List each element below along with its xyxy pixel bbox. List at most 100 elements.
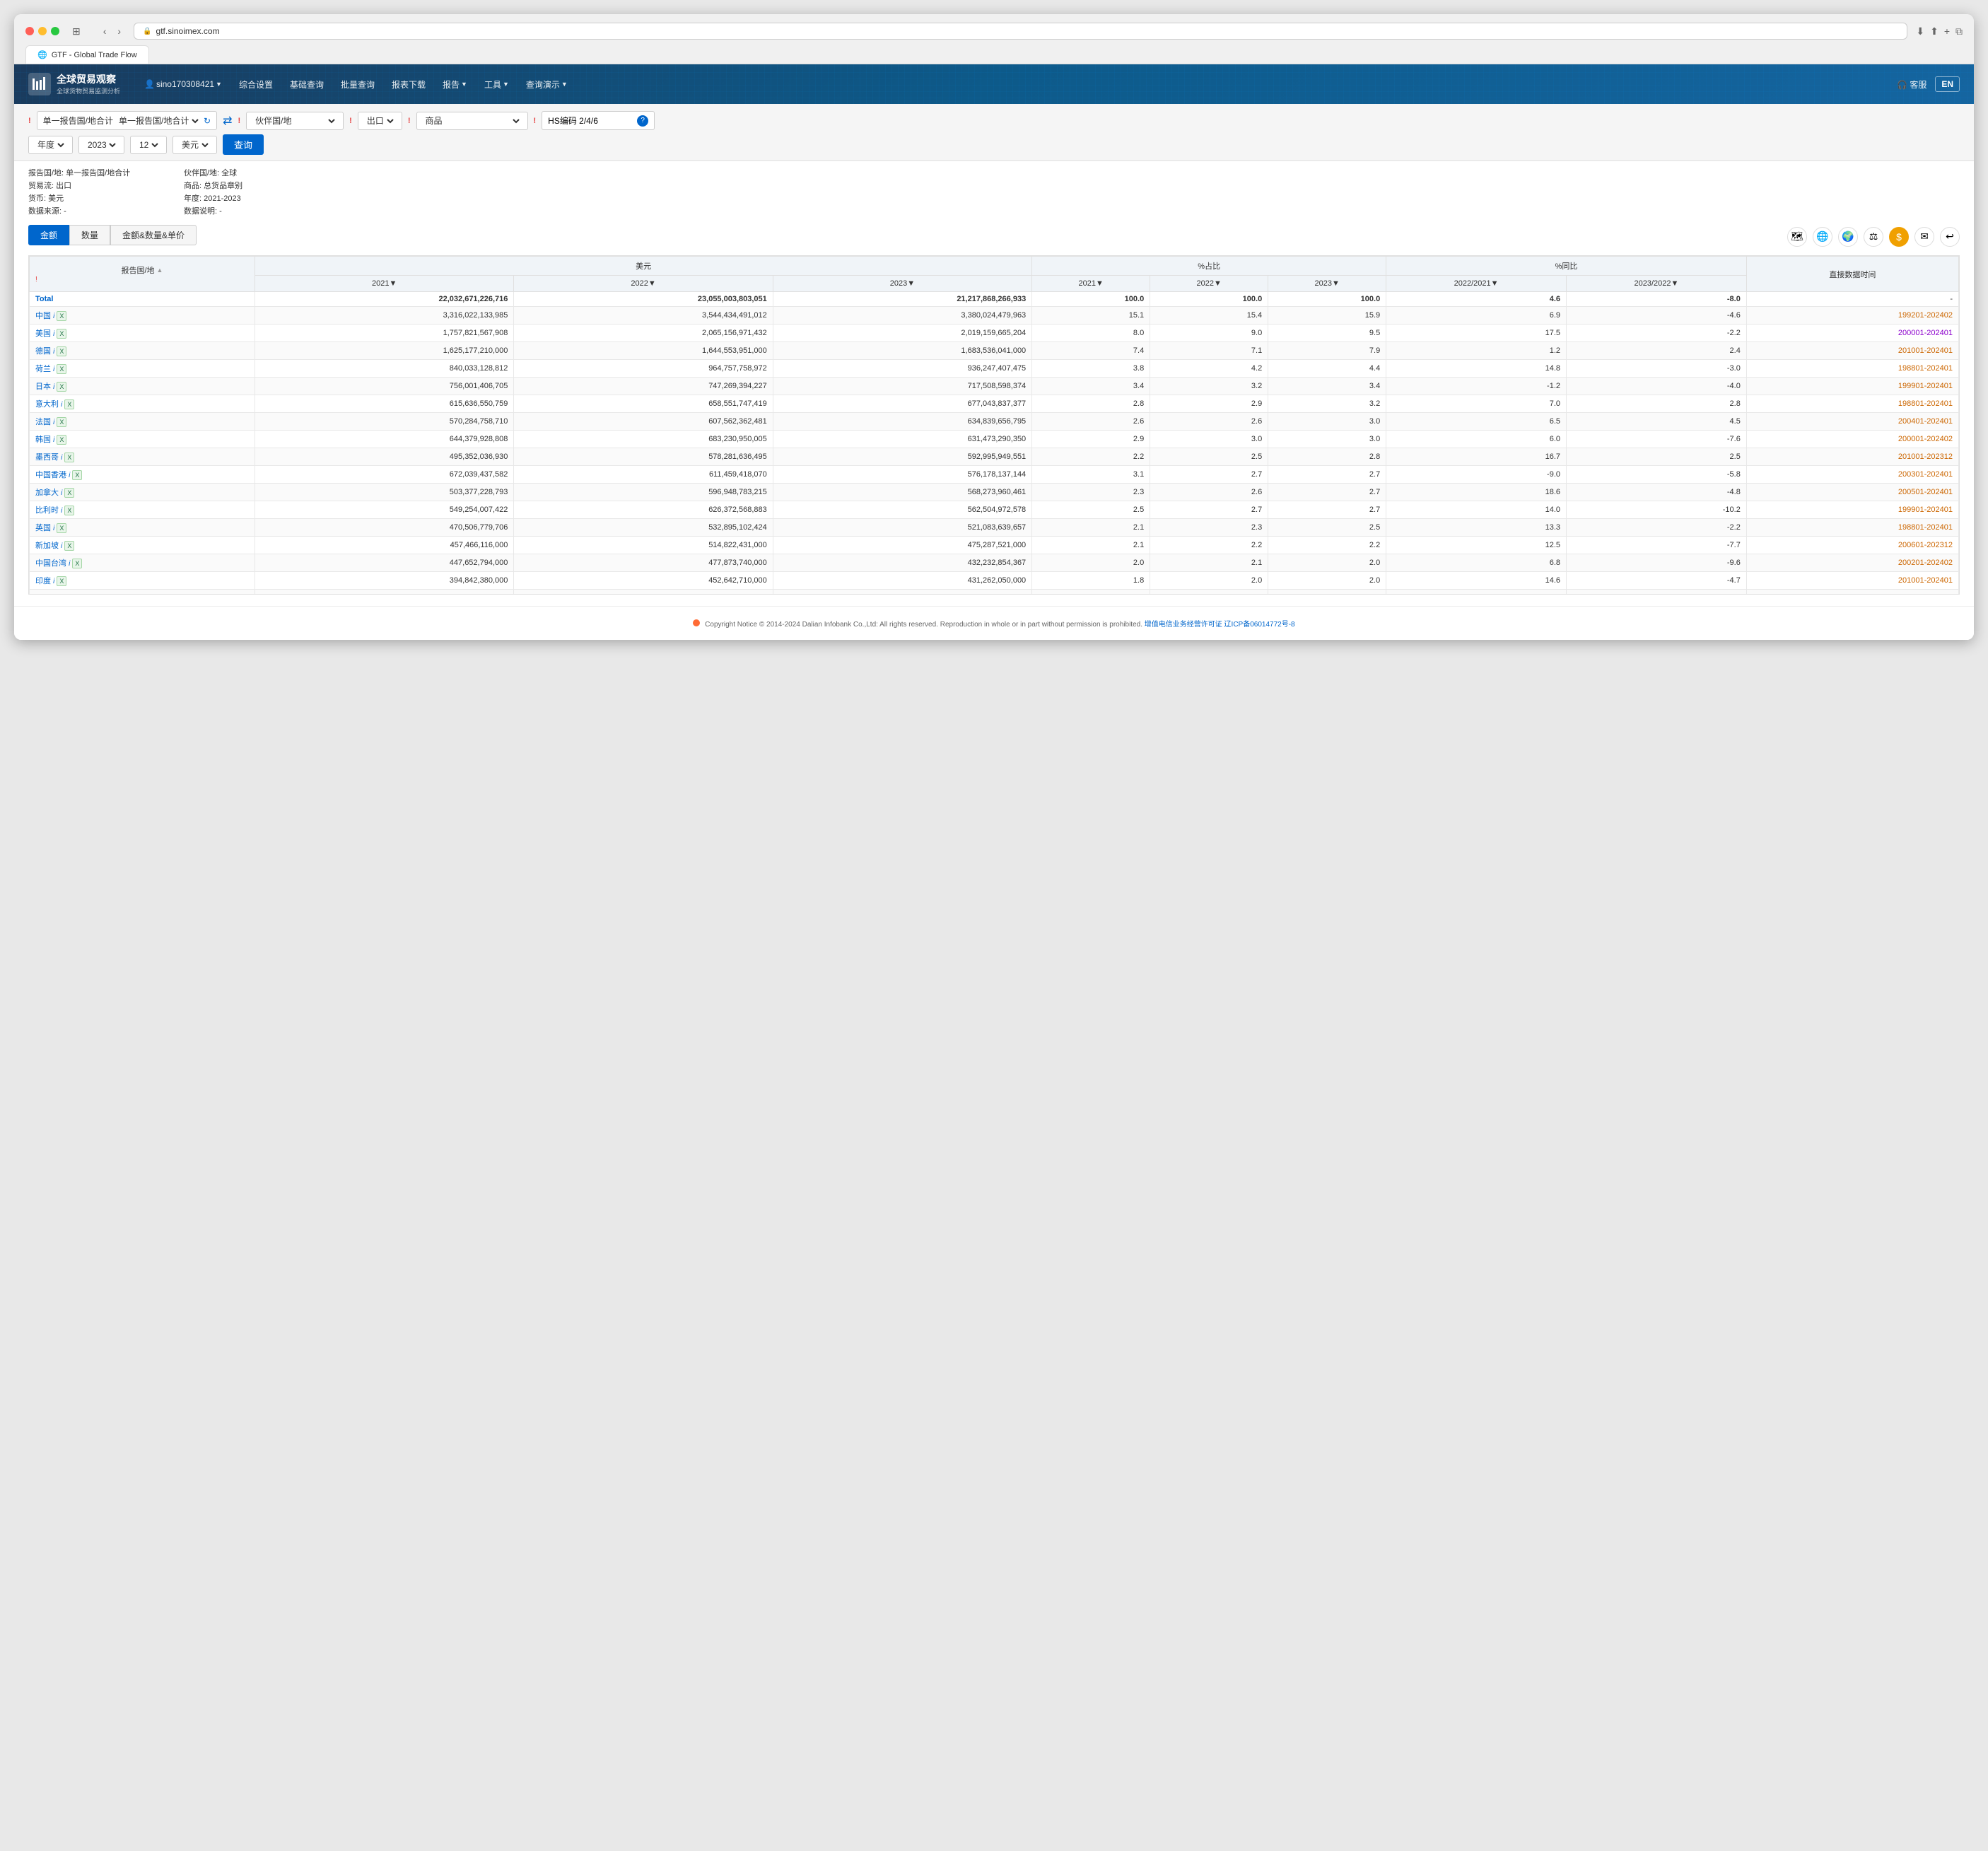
date-link[interactable]: 200301-202401 <box>1898 470 1953 479</box>
download-icon[interactable]: ⬇ <box>1916 25 1924 37</box>
date-link[interactable]: 201001-202401 <box>1898 576 1953 585</box>
sort-country-icon[interactable]: ▲ <box>157 267 163 274</box>
excel-icon[interactable]: X <box>64 488 74 498</box>
flow-dropdown[interactable]: 出口 <box>364 115 396 127</box>
nav-settings[interactable]: 综合设置 <box>232 74 280 95</box>
info-icon[interactable]: i <box>53 578 54 585</box>
excel-icon[interactable]: X <box>57 576 66 586</box>
info-icon[interactable]: i <box>53 366 54 373</box>
country-link[interactable]: 美国 <box>35 329 51 338</box>
th-c2122[interactable]: 2022/2021▼ <box>1386 276 1567 292</box>
year-select[interactable]: 2023 <box>78 136 124 154</box>
tab-amount-quantity[interactable]: 金额&数量&单价 <box>110 225 197 245</box>
info-icon[interactable]: i <box>69 472 70 479</box>
country-link[interactable]: 韩国 <box>35 436 51 444</box>
info-icon[interactable]: i <box>61 454 62 462</box>
info-icon[interactable]: i <box>53 419 54 426</box>
country-select[interactable]: 单一报告国/地合计 单一报告国/地合计 ↻ <box>37 111 217 130</box>
info-icon[interactable]: i <box>61 542 62 550</box>
date-link[interactable]: 199901-202401 <box>1898 506 1953 514</box>
nav-user[interactable]: 👤 sino170308421 ▼ <box>137 75 229 93</box>
nav-tools[interactable]: 工具 ▼ <box>477 74 516 95</box>
coin-icon[interactable]: $ <box>1889 227 1909 247</box>
excel-icon[interactable]: X <box>64 541 74 551</box>
sidebar-icon[interactable]: ⧉ <box>1955 25 1963 37</box>
excel-icon[interactable]: X <box>57 435 66 445</box>
icp-link[interactable]: 增值电信业务经营许可证 辽ICP备06014772号-8 <box>1145 621 1295 629</box>
excel-icon[interactable]: X <box>57 346 66 356</box>
info-icon[interactable]: i <box>53 330 54 338</box>
date-link[interactable]: 200501-202401 <box>1898 488 1953 496</box>
tab-quantity[interactable]: 数量 <box>69 225 110 245</box>
excel-icon[interactable]: X <box>57 523 66 533</box>
period-dropdown[interactable]: 年度 <box>35 139 66 151</box>
info-icon[interactable]: i <box>61 507 62 515</box>
date-link[interactable]: 198801-202401 <box>1898 594 1953 595</box>
date-link[interactable]: 200001-202401 <box>1898 329 1953 337</box>
flow-select[interactable]: 出口 <box>358 112 402 130</box>
excel-icon[interactable]: X <box>57 311 66 321</box>
th-p2022[interactable]: 2022▼ <box>1150 276 1268 292</box>
th-p2021[interactable]: 2021▼ <box>1032 276 1150 292</box>
nav-demo[interactable]: 查询演示 ▼ <box>519 74 575 95</box>
info-icon[interactable]: i <box>61 489 62 497</box>
excel-icon[interactable]: X <box>57 382 66 392</box>
globe-icon[interactable]: 🌐 <box>1813 227 1832 247</box>
date-link[interactable]: 198801-202401 <box>1898 364 1953 373</box>
excel-icon[interactable]: X <box>64 594 74 595</box>
forward-button[interactable]: › <box>113 24 125 38</box>
browser-tab[interactable]: 🌐 GTF - Global Trade Flow <box>25 45 149 64</box>
partner-select[interactable]: 伙伴国/地 <box>246 112 344 130</box>
th-c2223[interactable]: 2023/2022▼ <box>1567 276 1747 292</box>
country-link[interactable]: 印度 <box>35 577 51 585</box>
date-link[interactable]: 200001-202402 <box>1898 435 1953 443</box>
new-tab-icon[interactable]: + <box>1944 25 1950 37</box>
tab-amount[interactable]: 金额 <box>28 225 69 245</box>
info-icon[interactable]: i <box>53 383 54 391</box>
nav-report-download[interactable]: 报表下载 <box>385 74 433 95</box>
info-icon[interactable]: i <box>61 401 62 409</box>
excel-icon[interactable]: X <box>64 506 74 515</box>
close-button[interactable] <box>25 27 34 35</box>
query-button[interactable]: 查询 <box>223 134 264 155</box>
hs-input[interactable]: HS编码 2/4/6 ? <box>542 111 655 130</box>
partner-dropdown[interactable]: 伙伴国/地 <box>252 115 337 127</box>
hs-help-icon[interactable]: ? <box>637 115 648 127</box>
country-link[interactable]: 加拿大 <box>35 489 59 497</box>
address-bar[interactable]: 🔒 gtf.sinoimex.com <box>134 23 1907 40</box>
country-link[interactable]: 意大利 <box>35 400 59 409</box>
info-icon[interactable]: i <box>53 348 54 356</box>
info-icon[interactable]: i <box>53 436 54 444</box>
scale-icon[interactable]: ⚖ <box>1864 227 1883 247</box>
minimize-button[interactable] <box>38 27 47 35</box>
currency-dropdown[interactable]: 美元 <box>179 139 211 151</box>
country-link[interactable]: 墨西哥 <box>35 453 59 462</box>
nav-basic-query[interactable]: 基础查询 <box>283 74 331 95</box>
date-link[interactable]: 199901-202401 <box>1898 382 1953 390</box>
th-p2023[interactable]: 2023▼ <box>1268 276 1386 292</box>
period-select[interactable]: 年度 <box>28 136 73 154</box>
country-link[interactable]: Total <box>35 295 53 303</box>
country-link[interactable]: 英国 <box>35 524 51 532</box>
excel-icon[interactable]: X <box>64 399 74 409</box>
swap-icon[interactable]: ⇄ <box>223 114 232 128</box>
country-link[interactable]: 日本 <box>35 383 51 391</box>
product-dropdown[interactable]: 商品 <box>423 115 522 127</box>
date-link[interactable]: 200201-202402 <box>1898 559 1953 567</box>
globe2-icon[interactable]: 🌍 <box>1838 227 1858 247</box>
date-link[interactable]: 198801-202401 <box>1898 399 1953 408</box>
date-link[interactable]: 200401-202401 <box>1898 417 1953 426</box>
back-icon[interactable]: ↩ <box>1940 227 1960 247</box>
fullscreen-button[interactable] <box>51 27 59 35</box>
th-2022[interactable]: 2022▼ <box>514 276 773 292</box>
year-dropdown[interactable]: 2023 <box>85 139 118 151</box>
service-button[interactable]: 🎧 客服 <box>1897 78 1926 90</box>
country-link[interactable]: 荷兰 <box>35 365 51 373</box>
sidebar-toggle-button[interactable]: ⊞ <box>68 24 85 39</box>
product-select[interactable]: 商品 <box>416 112 528 130</box>
refresh-icon[interactable]: ↻ <box>204 116 211 126</box>
month-select[interactable]: 12 <box>130 136 167 154</box>
share-icon[interactable]: ⬆ <box>1930 25 1939 37</box>
country-dropdown[interactable]: 单一报告国/地合计 <box>116 115 201 127</box>
excel-icon[interactable]: X <box>64 452 74 462</box>
